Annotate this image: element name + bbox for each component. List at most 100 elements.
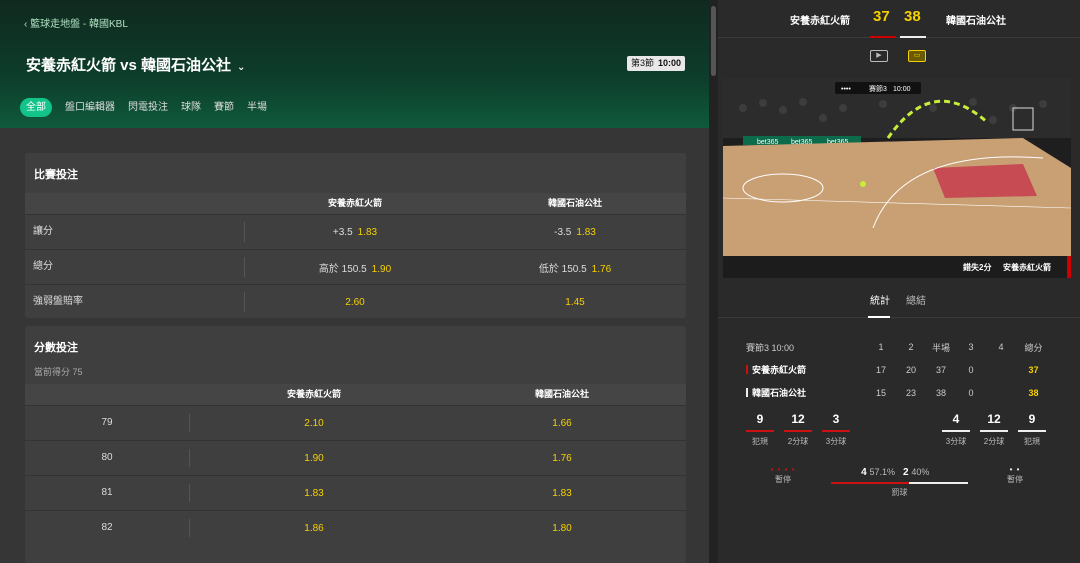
home-odds[interactable]: 1.90 bbox=[190, 453, 438, 464]
view-switch: ▶ ▭ bbox=[870, 50, 946, 62]
score-row: 81 1.83 1.83 bbox=[25, 475, 686, 510]
tab-all[interactable]: 全部 bbox=[20, 98, 52, 117]
away-odds[interactable]: 1.83 bbox=[438, 488, 686, 499]
tab-summary[interactable]: 總結 bbox=[906, 292, 926, 307]
home-score: 37 bbox=[873, 8, 890, 25]
tab-stats[interactable]: 統計 bbox=[870, 292, 890, 307]
away-column-label: 韓國石油公社 bbox=[547, 198, 602, 208]
current-score: 當前得分 75 bbox=[34, 367, 83, 377]
total-over-odds[interactable]: 高於 150.5 1.90 bbox=[245, 260, 465, 275]
stat-label: 2分球 bbox=[787, 437, 809, 446]
score-bets-header: 安養赤紅火箭 韓國石油公社 bbox=[25, 384, 686, 405]
match-bets-title[interactable]: 比賽投注 bbox=[25, 153, 686, 193]
total-under-odds[interactable]: 低於 150.5 1.76 bbox=[465, 260, 685, 275]
away-color-mark bbox=[746, 388, 748, 397]
handicap-away-odds[interactable]: -3.5 1.83 bbox=[465, 227, 685, 238]
away-column-label: 韓國石油公社 bbox=[534, 389, 589, 399]
home-indicator bbox=[870, 36, 896, 38]
ft-bar bbox=[831, 482, 968, 484]
stat-box: 3 3分球 bbox=[821, 412, 851, 447]
total-score: 37 bbox=[1028, 364, 1039, 375]
stat-bar bbox=[1018, 430, 1046, 432]
score-value: 80 bbox=[25, 449, 190, 467]
bet-row-label: 強弱盤賠率 bbox=[25, 292, 245, 312]
stat-label: 3分球 bbox=[945, 437, 967, 446]
score-bets-title[interactable]: 分數投注 bbox=[25, 326, 686, 362]
away-odds[interactable]: 1.76 bbox=[438, 453, 686, 464]
q1-score: 17 bbox=[875, 364, 886, 375]
odds-value: 1.83 bbox=[357, 226, 378, 238]
odds-value: 1.83 bbox=[576, 226, 596, 238]
court-icon[interactable]: ▭ bbox=[908, 50, 926, 62]
clock-period: 第3節 bbox=[631, 58, 655, 68]
bet-row-handicap: 讓分 +3.5 1.83 -3.5 1.83 bbox=[25, 214, 686, 249]
handicap-home-odds[interactable]: +3.5 1.83 bbox=[245, 227, 465, 238]
line-value: 高於 150.5 bbox=[318, 263, 367, 275]
q1-score: 15 bbox=[875, 387, 886, 398]
stat-value: 4 bbox=[952, 412, 960, 426]
away-odds[interactable]: 1.80 bbox=[438, 523, 686, 534]
bet-row-total: 總分 高於 150.5 1.90 低於 150.5 1.76 bbox=[25, 249, 686, 284]
tab-bet-builder[interactable]: 盤口編輯器 bbox=[65, 98, 115, 117]
moneyline-away-odds[interactable]: 1.45 bbox=[465, 297, 685, 308]
away-score: 38 bbox=[904, 8, 921, 25]
stat-value: 9 bbox=[1028, 412, 1036, 426]
home-timeouts: • • • • 暫停 bbox=[768, 465, 798, 485]
tab-teams[interactable]: 球隊 bbox=[181, 98, 201, 117]
breadcrumb-text[interactable]: 籃球走地盤 - 韓國KBL bbox=[30, 19, 128, 30]
match-title[interactable]: 安養赤紅火箭 vs 韓國石油公社 ⌄ bbox=[26, 54, 245, 75]
line-value: -3.5 bbox=[554, 226, 572, 238]
home-odds[interactable]: 1.86 bbox=[190, 523, 438, 534]
scrollbar-thumb[interactable] bbox=[711, 6, 716, 76]
home-odds[interactable]: 2.10 bbox=[190, 418, 438, 429]
video-icon[interactable]: ▶ bbox=[870, 50, 888, 62]
total-score: 38 bbox=[1028, 387, 1039, 398]
table-row: 韓國石油公社 15 23 38 0 38 bbox=[746, 381, 1056, 404]
stat-label: 犯規 bbox=[752, 437, 768, 446]
game-clock: 第3節 10:00 bbox=[627, 56, 686, 71]
line-value: +3.5 bbox=[332, 226, 353, 238]
stat-box: 12 2分球 bbox=[783, 412, 813, 447]
col-q3: 3 bbox=[968, 342, 974, 352]
live-scoreboard: 安養赤紅火箭 37 38 韓國石油公社 bbox=[718, 0, 1080, 38]
col-q4: 4 bbox=[998, 342, 1004, 352]
col-total: 總分 bbox=[1024, 342, 1043, 353]
tab-quarters[interactable]: 賽節 bbox=[214, 98, 234, 117]
moneyline-home-odds[interactable]: 2.60 bbox=[245, 297, 465, 308]
scrollbar[interactable] bbox=[709, 0, 718, 563]
tab-flash-bets[interactable]: 閃電投注 bbox=[128, 98, 168, 117]
timeout-dots: • • bbox=[1009, 465, 1021, 474]
last-event-team: 安養赤紅火箭 bbox=[1003, 262, 1051, 272]
bet-row-label: 總分 bbox=[25, 257, 245, 277]
main-panel: ‹ 籃球走地盤 - 韓國KBL 安養赤紅火箭 vs 韓國石油公社 ⌄ 第3節 10:… bbox=[0, 0, 710, 563]
table-row: 安養赤紅火箭 17 20 37 0 37 bbox=[746, 358, 1056, 381]
home-odds[interactable]: 1.83 bbox=[190, 488, 438, 499]
team-cell: 安養赤紅火箭 bbox=[746, 363, 866, 376]
time-label: 10:00 bbox=[771, 342, 795, 353]
court-dots: •••• bbox=[841, 86, 851, 93]
match-header: ‹ 籃球走地盤 - 韓國KBL 安養赤紅火箭 vs 韓國石油公社 ⌄ 第3節 10:… bbox=[0, 0, 710, 128]
half-score: 38 bbox=[935, 387, 946, 398]
chevron-down-icon[interactable]: ⌄ bbox=[237, 62, 245, 73]
period-label: 賽節3 bbox=[746, 342, 770, 353]
home-ft-count: 4 bbox=[861, 466, 867, 478]
home-color-mark bbox=[746, 365, 748, 374]
match-bets-card: 比賽投注 安養赤紅火箭 韓國石油公社 讓分 +3.5 1.83 -3.5 1.83 … bbox=[25, 153, 686, 318]
last-event: 錯失2分 bbox=[963, 262, 991, 272]
home-column-label: 安養赤紅火箭 bbox=[286, 389, 341, 399]
breadcrumb[interactable]: ‹ 籃球走地盤 - 韓國KBL bbox=[24, 15, 128, 30]
stat-bar bbox=[980, 430, 1008, 432]
stat-bar bbox=[822, 430, 850, 432]
stat-value: 12 bbox=[791, 412, 805, 426]
stat-bar bbox=[942, 430, 970, 432]
stat-box: 12 2分球 bbox=[979, 412, 1009, 447]
period-clock: 賽節3 10:00 bbox=[746, 341, 866, 354]
col-q2: 2 bbox=[908, 342, 914, 352]
away-odds[interactable]: 1.66 bbox=[438, 418, 686, 429]
court-time: 10:00 bbox=[893, 86, 911, 93]
odds-value: 2.60 bbox=[345, 296, 365, 308]
stat-label: 犯規 bbox=[1024, 437, 1040, 446]
tab-halves[interactable]: 半場 bbox=[247, 98, 267, 117]
away-indicator bbox=[900, 36, 926, 38]
